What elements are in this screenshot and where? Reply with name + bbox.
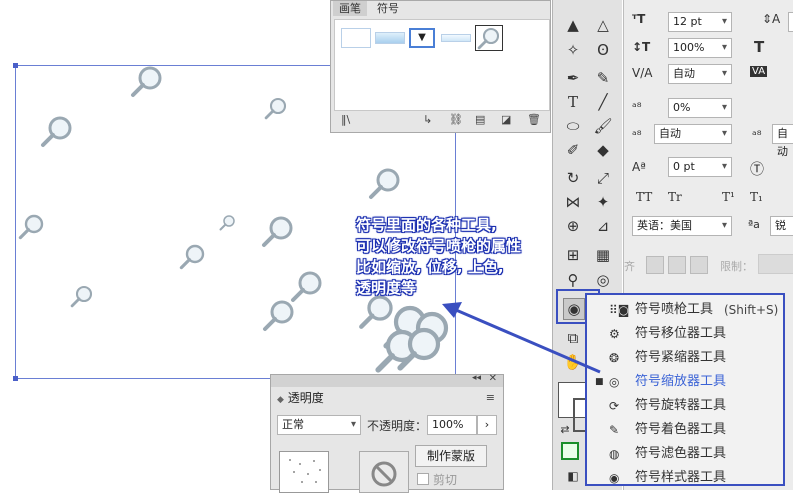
annotation-arrow xyxy=(442,302,601,374)
